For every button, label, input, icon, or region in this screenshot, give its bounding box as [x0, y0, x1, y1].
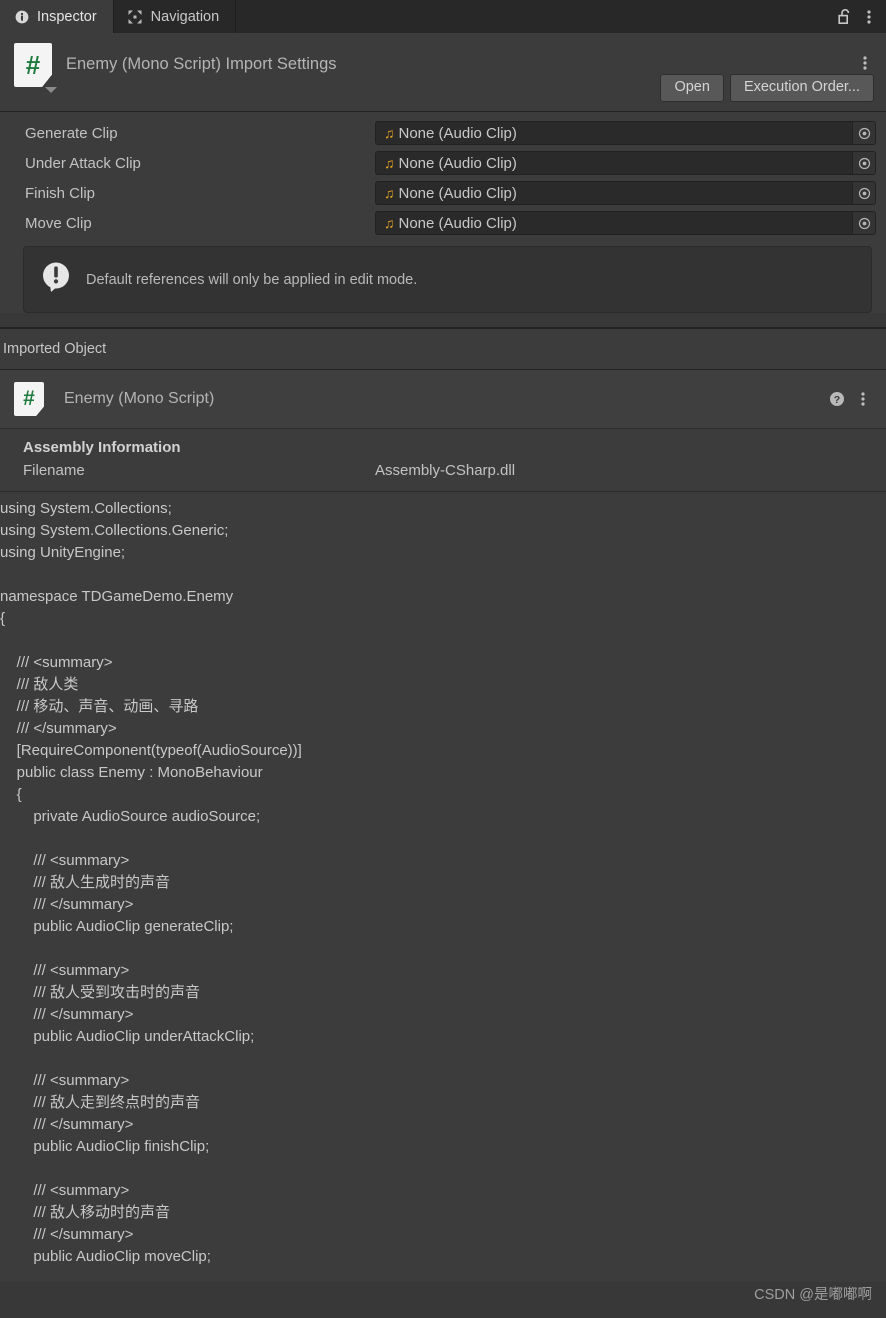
assembly-information: Assembly Information Filename Assembly-C… [0, 429, 886, 492]
object-field-value: None (Audio Clip) [398, 124, 517, 142]
assembly-filename-label: Filename [23, 462, 85, 479]
source-code-preview: using System.Collections; using System.C… [0, 492, 886, 1282]
open-button[interactable]: Open [660, 74, 724, 102]
music-note-icon: ♫ [384, 215, 395, 231]
object-picker-icon[interactable] [852, 212, 875, 234]
music-note-icon: ♫ [384, 125, 395, 141]
property-label: Move Clip [25, 214, 92, 232]
object-field-move-clip[interactable]: ♫ None (Audio Clip) [375, 211, 876, 235]
imported-component-title: Enemy (Mono Script) [64, 390, 215, 407]
music-note-icon: ♫ [384, 185, 395, 201]
object-field-finish-clip[interactable]: ♫ None (Audio Clip) [375, 181, 876, 205]
csharp-script-icon-glyph: # [14, 43, 52, 87]
vertical-ellipsis-icon[interactable] [858, 5, 880, 29]
assembly-information-title: Assembly Information [23, 439, 181, 456]
watermark: CSDN @是嘟嘟啊 [754, 1287, 872, 1303]
vertical-ellipsis-icon[interactable] [852, 387, 874, 411]
assembly-filename-value: Assembly-CSharp.dll [375, 462, 516, 479]
imported-object-bar: Imported Object [0, 329, 886, 370]
property-row: Finish Clip ♫ None (Audio Clip) [0, 178, 886, 208]
svg-text:?: ? [834, 394, 840, 406]
property-label: Under Attack Clip [25, 154, 141, 172]
object-picker-icon[interactable] [852, 122, 875, 144]
question-circle-icon[interactable]: ? [826, 387, 848, 411]
object-picker-icon[interactable] [852, 152, 875, 174]
object-field-value: None (Audio Clip) [398, 214, 517, 232]
object-field-value: None (Audio Clip) [398, 154, 517, 172]
importer-buttons: Open Execution Order... [660, 74, 874, 102]
music-note-icon: ♫ [384, 155, 395, 171]
unlocked-padlock-icon[interactable] [834, 5, 856, 29]
object-field-value: None (Audio Clip) [398, 184, 517, 202]
execution-order-button[interactable]: Execution Order... [729, 74, 874, 102]
property-label: Finish Clip [25, 184, 96, 202]
tab-navigation-label: Navigation [150, 8, 220, 25]
object-field-under-attack-clip[interactable]: ♫ None (Audio Clip) [375, 151, 876, 175]
move-arrows-icon [128, 9, 143, 24]
imported-component-header: # Enemy (Mono Script) ? [0, 370, 886, 429]
imported-component-actions: ? [826, 387, 874, 411]
imported-object-label: Imported Object [3, 341, 107, 357]
assembly-filename-row: Filename Assembly-CSharp.dll [0, 462, 886, 479]
tabbar-actions [834, 0, 886, 33]
property-label: Generate Clip [25, 124, 118, 142]
info-circle-icon [14, 9, 29, 24]
property-row: Under Attack Clip ♫ None (Audio Clip) [0, 148, 886, 178]
tab-inspector[interactable]: Inspector [0, 0, 114, 33]
default-references-properties: Generate Clip ♫ None (Audio Clip) Under … [0, 112, 886, 313]
chevron-down-icon[interactable] [45, 87, 57, 93]
property-row: Generate Clip ♫ None (Audio Clip) [0, 118, 886, 148]
tab-navigation[interactable]: Navigation [114, 0, 237, 33]
importer-menu-icon[interactable] [854, 51, 876, 75]
default-references-helpbox: Default references will only be applied … [23, 246, 872, 313]
property-row: Move Clip ♫ None (Audio Clip) [0, 208, 886, 238]
csharp-script-icon: # [14, 382, 44, 416]
importer-header: # Enemy (Mono Script) Import Settings Op… [0, 33, 886, 112]
importer-title: Enemy (Mono Script) Import Settings [66, 55, 337, 73]
inspector-tabbar: Inspector Navigation [0, 0, 886, 33]
info-exclamation-icon [38, 259, 74, 300]
object-picker-icon[interactable] [852, 182, 875, 204]
tab-inspector-label: Inspector [37, 8, 97, 25]
helpbox-message: Default references will only be applied … [86, 271, 418, 288]
object-field-generate-clip[interactable]: ♫ None (Audio Clip) [375, 121, 876, 145]
csharp-script-icon[interactable]: # [14, 43, 58, 93]
